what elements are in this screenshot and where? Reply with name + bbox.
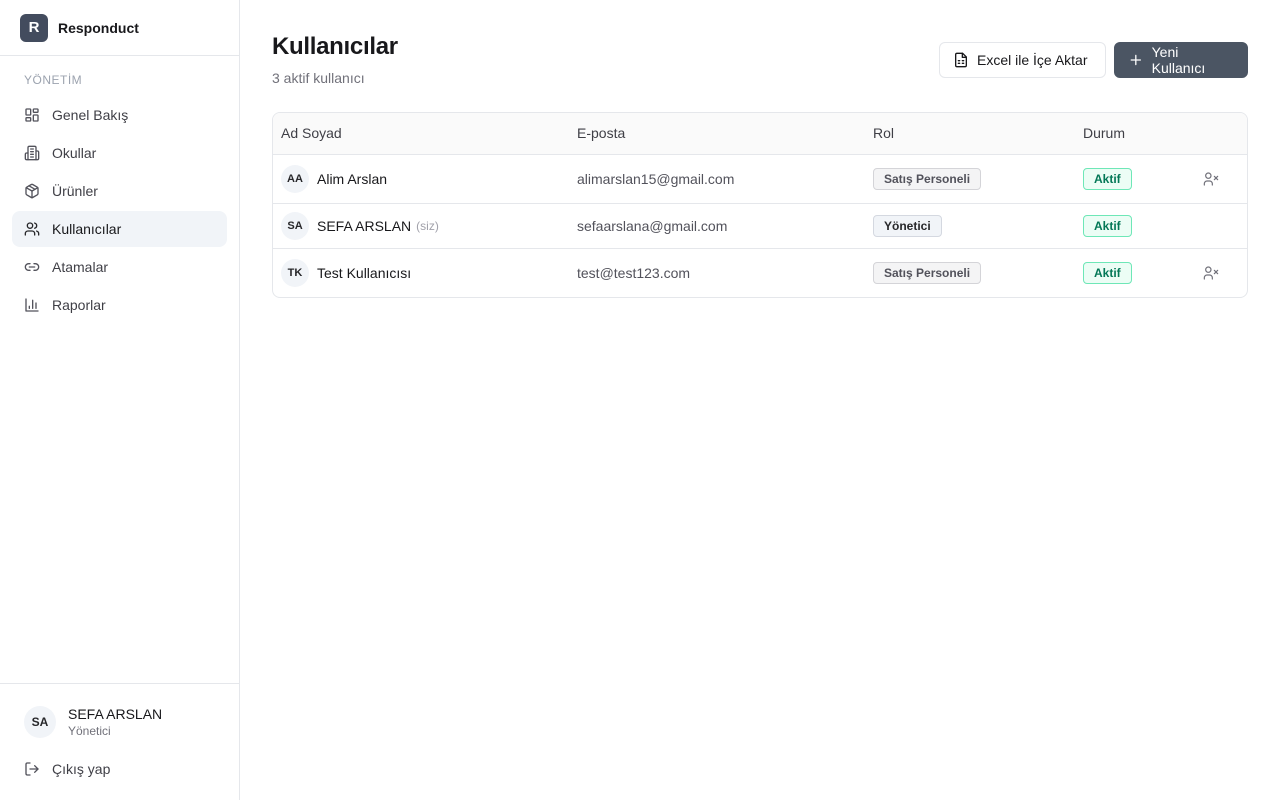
users-table: Ad Soyad E-posta Rol Durum AA Alim Arsla… — [273, 113, 1247, 297]
user-remove-icon[interactable] — [1203, 265, 1219, 281]
role-badge: Satış Personeli — [873, 167, 982, 190]
column-header-name[interactable]: Ad Soyad — [273, 113, 569, 155]
cell-name: TK Test Kullanıcısı — [273, 248, 569, 297]
sidebar-footer: SA SEFA ARSLAN Yönetici Çıkış yap — [0, 683, 239, 800]
sidebar-item-reports[interactable]: Raporlar — [12, 287, 227, 323]
current-user-text: SEFA ARSLAN Yönetici — [68, 706, 162, 738]
cell-status: Aktif — [1075, 248, 1185, 297]
logout-icon — [25, 762, 39, 776]
sidebar-item-assignments[interactable]: Atamalar — [12, 249, 227, 285]
current-user-name: SEFA ARSLAN — [68, 706, 163, 722]
excel-import-button[interactable]: Excel ile İçe Aktar — [939, 42, 1106, 78]
cell-role: Satış Personeli — [865, 154, 1075, 203]
brand-name: Responduct — [58, 19, 139, 36]
page-subtitle: 3 aktif kullanıcı — [272, 70, 365, 86]
users-table-card: Ad Soyad E-posta Rol Durum AA Alim Arsla… — [272, 112, 1248, 298]
column-header-email[interactable]: E-posta — [569, 113, 865, 155]
new-user-button[interactable]: Yeni Kullanıcı — [1114, 42, 1248, 78]
sidebar-item-users[interactable]: Kullanıcılar — [12, 211, 227, 247]
sidebar-item-schools[interactable]: Okullar — [12, 135, 227, 171]
sidebar: R Responduct YÖNETİM Genel Bakış Okullar… — [0, 0, 240, 800]
table-row[interactable]: TK Test Kullanıcısı test@test123.com Sat… — [273, 248, 1247, 297]
sidebar-item-label: Kullanıcılar — [52, 221, 122, 237]
cell-email: sefaarslana@gmail.com — [577, 217, 728, 234]
logout-button[interactable]: Çıkış yap — [24, 761, 110, 777]
building-icon — [24, 145, 40, 161]
avatar: SA — [281, 211, 309, 240]
plus-icon — [1130, 54, 1142, 66]
sidebar-nav: Genel Bakış Okullar Ürünler Kullanıcılar… — [12, 97, 227, 325]
table-row[interactable]: SA SEFA ARSLAN (siz) sefaarslana@gmail.c… — [273, 203, 1247, 248]
cell-status: Aktif — [1075, 203, 1185, 248]
brand-logo: R — [20, 13, 48, 42]
sidebar-item-label: Okullar — [52, 145, 97, 161]
user-name: Alim Arslan — [317, 170, 388, 187]
avatar: TK — [281, 258, 309, 287]
logout-label: Çıkış yap — [52, 761, 111, 777]
sidebar-item-overview[interactable]: Genel Bakış — [12, 97, 227, 133]
main-content: Kullanıcılar 3 aktif kullanıcı Excel ile… — [240, 0, 1280, 800]
package-icon — [25, 183, 39, 199]
cell-actions — [1185, 203, 1247, 248]
user-name: SEFA ARSLAN — [317, 217, 412, 234]
cell-email: test@test123.com — [577, 264, 691, 281]
cell-actions — [1185, 154, 1247, 203]
status-badge: Aktif — [1083, 261, 1132, 284]
sidebar-item-label: Genel Bakış — [52, 107, 129, 123]
page-title: Kullanıcılar — [272, 33, 398, 60]
status-badge: Aktif — [1083, 214, 1132, 237]
user-name: Test Kullanıcısı — [317, 264, 412, 281]
column-header-actions — [1185, 113, 1247, 155]
file-spreadsheet-icon — [955, 52, 967, 68]
current-user-role: Yönetici — [68, 724, 111, 738]
sidebar-item-label: Atamalar — [52, 259, 109, 275]
sidebar-section-label: YÖNETİM — [24, 73, 83, 87]
new-user-label: Yeni Kullanıcı — [1151, 44, 1206, 76]
role-badge: Yönetici — [873, 214, 942, 237]
users-icon — [24, 222, 40, 236]
column-header-role[interactable]: Rol — [865, 113, 1075, 155]
brand[interactable]: R Responduct — [0, 0, 239, 56]
sidebar-item-label: Ürünler — [52, 183, 98, 199]
cell-actions — [1185, 248, 1247, 297]
cell-role: Yönetici — [865, 203, 1075, 248]
dashboard-icon — [25, 108, 39, 122]
avatar: AA — [281, 164, 309, 193]
current-user: SA SEFA ARSLAN Yönetici — [24, 706, 162, 738]
column-header-status[interactable]: Durum — [1075, 113, 1185, 155]
table-header-row: Ad Soyad E-posta Rol Durum — [273, 113, 1247, 155]
link-icon — [24, 263, 40, 271]
status-badge: Aktif — [1083, 167, 1132, 190]
table-row[interactable]: AA Alim Arslan alimarslan15@gmail.com Sa… — [273, 154, 1247, 203]
cell-email: alimarslan15@gmail.com — [577, 170, 735, 187]
sidebar-item-products[interactable]: Ürünler — [12, 173, 227, 209]
avatar: SA — [24, 706, 56, 738]
bar-chart-icon — [25, 298, 39, 312]
cell-name: AA Alim Arslan — [273, 154, 569, 203]
sidebar-item-label: Raporlar — [52, 297, 106, 313]
excel-import-label: Excel ile İçe Aktar — [977, 52, 1088, 68]
cell-name: SA SEFA ARSLAN (siz) — [273, 203, 569, 248]
role-badge: Satış Personeli — [873, 261, 982, 284]
cell-status: Aktif — [1075, 154, 1185, 203]
current-user-tag: (siz) — [416, 218, 439, 233]
user-remove-icon[interactable] — [1203, 171, 1219, 187]
cell-role: Satış Personeli — [865, 248, 1075, 297]
